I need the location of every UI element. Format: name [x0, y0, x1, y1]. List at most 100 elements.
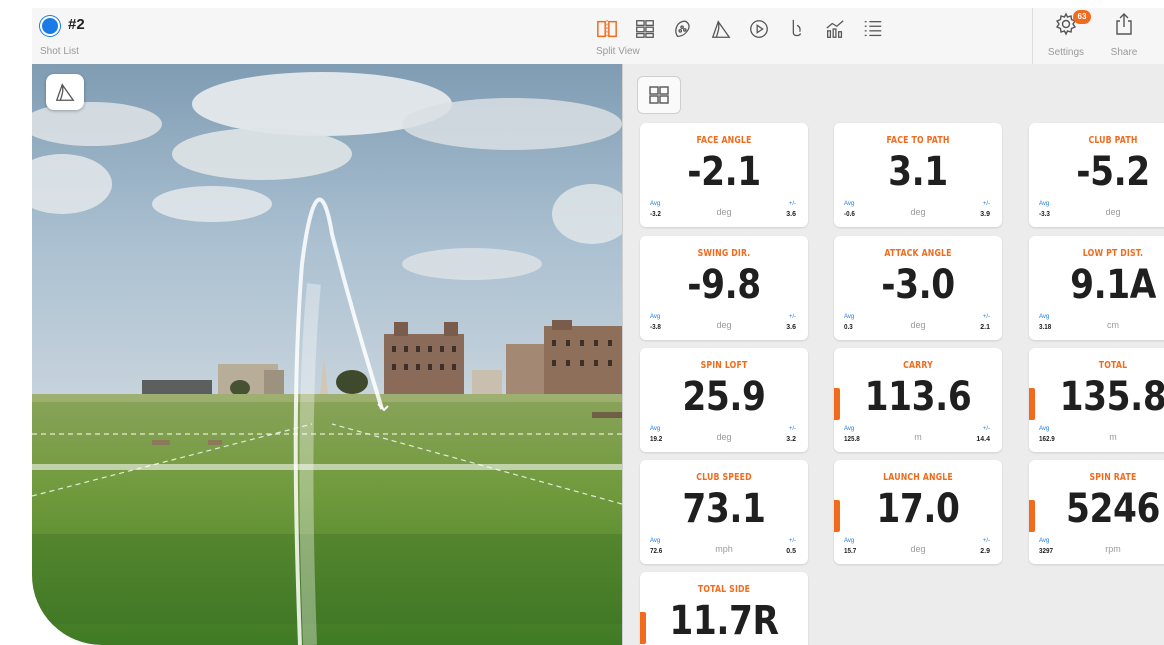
average-label: Avg — [650, 426, 661, 432]
metric-value: 5246 — [1065, 486, 1161, 532]
settings-button[interactable]: 63 Settings — [1046, 10, 1091, 58]
deviation-label: +/- — [982, 314, 990, 320]
average-value: -3.3 — [1039, 211, 1050, 218]
metric-label: LAUNCH ANGLE — [883, 472, 953, 483]
average-value: -3.8 — [650, 324, 661, 331]
highlight-marker — [1029, 500, 1035, 532]
deviation-label: +/- — [982, 201, 990, 207]
deviation-value: 3.6 — [786, 211, 796, 218]
swing-icon[interactable] — [784, 16, 810, 42]
toolbar-divider — [1032, 8, 1033, 64]
metric-tile[interactable]: SPIN LOFT 25.9 deg Avg 19.2 +/- 3.2 — [640, 348, 808, 452]
average-value: 125.8 — [844, 436, 860, 443]
metric-tile[interactable]: FACE TO PATH 3.1 deg Avg -0.6 +/- 3.9 — [834, 123, 1002, 227]
metric-tile[interactable]: CARRY 113.6 m Avg 125.8 +/- 14.4 — [834, 348, 1002, 452]
average-value: 72.6 — [650, 548, 663, 555]
average-value: 0.3 — [844, 324, 853, 331]
average-value: -3.2 — [650, 211, 661, 218]
split-view-icon[interactable] — [594, 16, 620, 42]
metric-label: SWING DIR. — [697, 248, 751, 259]
shot-indicator-icon[interactable] — [42, 18, 58, 34]
metric-unit: deg — [716, 207, 732, 217]
metric-tile[interactable]: FACE ANGLE -2.1 deg Avg -3.2 +/- 3.6 — [640, 123, 808, 227]
metric-tile[interactable]: CLUB SPEED 73.1 mph Avg 72.6 +/- 0.5 — [640, 460, 808, 564]
average-value: 15.7 — [844, 548, 857, 555]
metric-unit: deg — [910, 544, 926, 554]
metric-value: 73.1 — [682, 486, 766, 532]
metric-tile[interactable]: TOTAL SIDE 11.7R — [640, 572, 808, 645]
tile-layout-button[interactable] — [637, 76, 681, 114]
metric-unit: deg — [910, 207, 926, 217]
view-toolbar — [594, 16, 886, 44]
metric-tile[interactable]: SPIN RATE 5246 rpm Avg 3297 — [1029, 460, 1164, 564]
settings-badge: 63 — [1073, 10, 1091, 24]
course-scene — [32, 64, 622, 645]
highlight-marker — [834, 500, 840, 532]
average-label: Avg — [1039, 314, 1050, 320]
average-value: 3.18 — [1039, 324, 1052, 331]
deviation-label: +/- — [788, 314, 796, 320]
metric-value: -2.1 — [687, 149, 761, 195]
metric-label: CLUB PATH — [1088, 135, 1138, 146]
metric-label: SPIN LOFT — [700, 360, 748, 371]
top-toolbar: #2 Shot List Split View 63 Settings Shar… — [32, 8, 1164, 65]
metric-label: CARRY — [903, 360, 933, 371]
metric-tile[interactable]: ATTACK ANGLE -3.0 deg Avg 0.3 +/- 2.1 — [834, 236, 1002, 340]
metric-value: 135.8 — [1059, 374, 1164, 420]
metrics-panel: FACE ANGLE -2.1 deg Avg -3.2 +/- 3.6 FACE TO PA… — [622, 64, 1164, 645]
average-label: Avg — [844, 426, 855, 432]
average-label: Avg — [1039, 201, 1050, 207]
average-value: -0.6 — [844, 211, 855, 218]
grid-view-icon[interactable] — [632, 16, 658, 42]
average-label: Avg — [1039, 426, 1050, 432]
trajectory-icon[interactable] — [708, 16, 734, 42]
shot-list-label[interactable]: Shot List — [40, 46, 79, 57]
metric-label: LOW PT DIST. — [1082, 248, 1144, 259]
deviation-value: 3.6 — [786, 324, 796, 331]
metric-tile[interactable]: TOTAL 135.8 m Avg 162.9 — [1029, 348, 1164, 452]
highlight-marker — [1029, 388, 1035, 420]
play-icon[interactable] — [746, 16, 772, 42]
deviation-value: 2.1 — [980, 324, 990, 331]
deviation-value: 14.4 — [976, 436, 990, 443]
metric-unit: deg — [716, 320, 732, 330]
camera-view-button[interactable] — [46, 74, 84, 110]
average-label: Avg — [844, 538, 855, 544]
metric-tile[interactable]: CLUB PATH -5.2 deg Avg -3.3 — [1029, 123, 1164, 227]
deviation-value: 3.9 — [980, 211, 990, 218]
deviation-value: 0.5 — [786, 548, 796, 555]
deviation-value: 2.9 — [980, 548, 990, 555]
list-icon[interactable] — [860, 16, 886, 42]
metric-tile[interactable]: SWING DIR. -9.8 deg Avg -3.8 +/- 3.6 — [640, 236, 808, 340]
average-value: 3297 — [1039, 548, 1054, 555]
stats-icon[interactable] — [822, 16, 848, 42]
metric-unit: deg — [910, 320, 926, 330]
average-value: 19.2 — [650, 436, 663, 443]
course-view[interactable] — [32, 64, 622, 645]
average-value: 162.9 — [1039, 436, 1055, 443]
average-label: Avg — [844, 201, 855, 207]
metric-tile[interactable]: LOW PT DIST. 9.1A cm Avg 3.18 — [1029, 236, 1164, 340]
deviation-label: +/- — [982, 538, 990, 544]
average-label: Avg — [844, 314, 855, 320]
share-button[interactable]: Share — [1106, 12, 1142, 58]
deviation-value: 3.2 — [786, 436, 796, 443]
metric-label: SPIN RATE — [1089, 472, 1137, 483]
share-label: Share — [1110, 47, 1138, 58]
average-label: Avg — [650, 201, 661, 207]
metric-value: 113.6 — [864, 374, 972, 420]
share-icon — [1116, 13, 1132, 35]
metric-value: 3.1 — [888, 149, 948, 195]
shot-number[interactable]: #2 — [68, 16, 85, 33]
average-label: Avg — [1039, 538, 1050, 544]
average-label: Avg — [650, 314, 661, 320]
metric-value: 9.1A — [1070, 262, 1156, 308]
metric-value: -3.0 — [881, 262, 955, 308]
metric-label: TOTAL — [1098, 360, 1128, 371]
grid-layout-icon — [649, 86, 669, 104]
highlight-marker — [640, 612, 646, 644]
metric-tile[interactable]: LAUNCH ANGLE 17.0 deg Avg 15.7 +/- 2.9 — [834, 460, 1002, 564]
metric-value: 25.9 — [682, 374, 766, 420]
deviation-label: +/- — [788, 201, 796, 207]
club-icon[interactable] — [670, 16, 696, 42]
